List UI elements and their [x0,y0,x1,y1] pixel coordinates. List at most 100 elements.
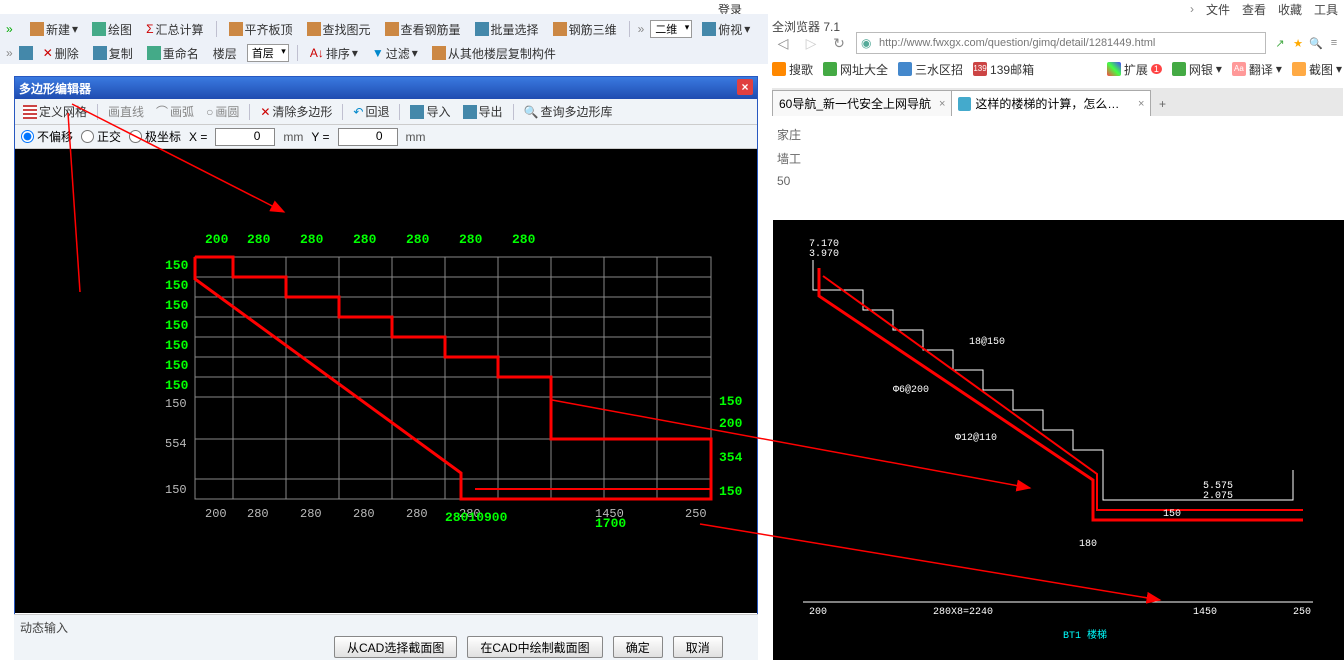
draw-arc-button[interactable]: ⌒画弧 [152,103,198,120]
bookmark-139mail[interactable]: 139139邮箱 [973,61,1034,78]
bookmark-sogou[interactable]: 搜歌 [772,61,813,78]
menu-icon[interactable]: ≡ [1326,35,1342,51]
draw-button[interactable]: 绘图 [88,21,136,38]
svg-text:150: 150 [1163,509,1181,520]
undo-button[interactable]: ↶回退 [349,103,393,120]
menu-tool[interactable]: 工具 [1314,1,1338,18]
rebar3d-button[interactable]: 钢筋三维 [549,21,621,38]
svg-text:200: 200 [205,232,229,247]
ok-button[interactable]: 确定 [613,636,663,658]
menu-file[interactable]: 文件 [1206,1,1230,18]
search-icon[interactable]: 🔍 [1308,35,1324,51]
radio-no-offset[interactable]: 不偏移 [21,128,73,145]
forward-button[interactable]: ▷ [800,32,822,54]
new-button[interactable]: 新建▾ [26,21,82,38]
dialog-title: 多边形编辑器 [19,80,91,97]
bank-button[interactable]: 网银▾ [1172,61,1222,78]
mail-icon: 139 [973,62,987,76]
translate-icon: Aa [1232,62,1246,76]
bookmark-bar: 搜歌 网址大全 三水区招 139139邮箱 扩展1 网银▾ Aa翻译▾ 截图▾ [772,58,1342,80]
share-icon[interactable]: ↗ [1272,35,1288,51]
svg-text:280: 280 [406,232,430,247]
svg-text:280X8=2240: 280X8=2240 [933,607,993,618]
rebar3d-icon [553,22,567,36]
tool-icon[interactable] [19,46,33,60]
copy-button[interactable]: 复制 [89,45,137,62]
star-icon[interactable]: ★ [1290,35,1306,51]
tab-question[interactable]: 这样的楼梯的计算，怎么计算？ × [951,90,1151,116]
translate-button[interactable]: Aa翻译▾ [1232,61,1282,78]
filter-button[interactable]: ▼过滤▾ [368,45,422,62]
chevron-icon: » [6,22,20,36]
svg-text:200: 200 [809,607,827,618]
y-input[interactable]: 0 [338,128,398,146]
svg-text:200: 200 [205,507,227,521]
scissors-icon [1292,62,1306,76]
batch-button[interactable]: 批量选择 [471,21,543,38]
align-button[interactable]: 平齐板顶 [225,21,297,38]
cad-draw-button[interactable]: 在CAD中绘制截面图 [467,636,602,658]
svg-text:150: 150 [165,397,187,411]
text-fragment: 家庄 [777,126,801,143]
tab-360nav[interactable]: 60导航_新一代安全上网导航 × [772,90,952,116]
copyfrom-button[interactable]: 从其他楼层复制构件 [428,45,560,62]
reference-drawing: 7.170 3.970 18@150 Φ6@200 Φ12@110 5.575 … [773,220,1344,660]
polygon-canvas[interactable]: 200 280 280 280 280 280 280 150 150 150 … [15,149,757,613]
svg-text:2.075: 2.075 [1203,491,1233,502]
screenshot-button[interactable]: 截图▾ [1292,61,1342,78]
cad-select-button[interactable]: 从CAD选择截面图 [334,636,457,658]
radio-polar[interactable]: 极坐标 [129,128,181,145]
rebar-button[interactable]: 查看钢筋量 [381,21,465,38]
reload-button[interactable]: ↻ [828,32,850,54]
export-button[interactable]: 导出 [459,103,507,120]
svg-text:28010900: 28010900 [445,510,508,525]
address-bar: ◁ ▷ ↻ ◉ http://www.fwxgx.com/question/gi… [772,30,1342,56]
dialog-titlebar[interactable]: 多边形编辑器 × [15,77,757,99]
view-mode-select[interactable]: 二维 [650,20,692,38]
y-label: Y = [311,130,329,144]
svg-text:250: 250 [685,507,707,521]
text-fragment: 50 [777,174,790,188]
clear-button[interactable]: ✕清除多边形 [256,103,336,120]
batch-icon [475,22,489,36]
back-button[interactable]: ◁ [772,32,794,54]
x-input[interactable]: 0 [215,128,275,146]
cancel-button[interactable]: 取消 [673,636,723,658]
close-icon[interactable]: × [939,98,945,110]
import-button[interactable]: 导入 [406,103,454,120]
svg-text:3.970: 3.970 [809,249,839,260]
query-button[interactable]: 🔍查询多边形库 [520,103,617,120]
close-icon[interactable]: × [1138,98,1144,110]
close-button[interactable]: × [737,79,753,95]
sort-button[interactable]: A↓排序▾ [306,45,362,62]
find-button[interactable]: 查找图元 [303,21,375,38]
draw-line-button[interactable]: 画直线 [104,103,148,120]
delete-button[interactable]: ✕删除 [39,45,83,62]
persp-button[interactable]: 俯视▾ [698,21,754,38]
url-input[interactable]: ◉ http://www.fwxgx.com/question/gimq/det… [856,32,1266,54]
menu-view[interactable]: 查看 [1242,1,1266,18]
floor-select[interactable]: 首层 [247,44,289,62]
svg-text:280: 280 [247,507,269,521]
dialog-coord-bar: 不偏移 正交 极坐标 X = 0 mm Y = 0 mm [15,125,757,149]
svg-text:BT1 楼梯: BT1 楼梯 [1063,628,1107,642]
shield-icon [1172,62,1186,76]
draw-circle-button[interactable]: ○画圆 [202,103,243,120]
radio-ortho[interactable]: 正交 [81,128,121,145]
layer-button[interactable]: 楼层 [209,45,241,62]
bookmark-wzdq[interactable]: 网址大全 [823,61,888,78]
new-tab-button[interactable]: + [1150,92,1174,116]
rename-button[interactable]: 重命名 [143,45,203,62]
define-grid-button[interactable]: 定义网格 [19,103,91,120]
svg-text:150: 150 [165,258,189,273]
app-toolbar: » 新建▾ 绘图 Σ汇总计算 平齐板顶 查找图元 查看钢筋量 批量选择 钢筋三维… [0,14,768,64]
svg-text:280: 280 [406,507,428,521]
text-fragment: 墙工 [777,150,801,167]
menu-fav[interactable]: 收藏 [1278,1,1302,18]
calc-button[interactable]: Σ汇总计算 [142,21,207,38]
bookmark-sanshui[interactable]: 三水区招 [898,61,963,78]
unit-label: mm [283,130,303,144]
svg-text:1700: 1700 [595,516,626,531]
svg-text:280: 280 [459,232,483,247]
extensions-button[interactable]: 扩展1 [1107,61,1162,78]
